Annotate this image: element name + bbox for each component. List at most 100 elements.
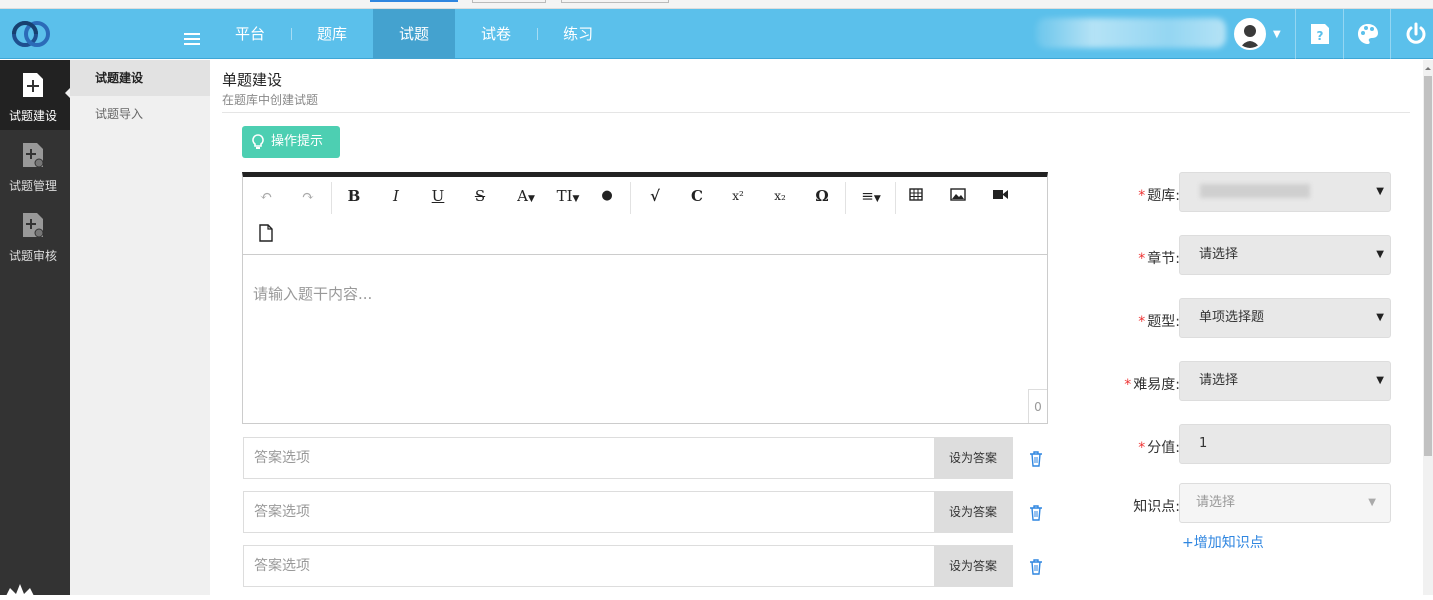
- scroll-up-icon[interactable]: [1425, 64, 1431, 70]
- char-count: 0: [1028, 389, 1047, 423]
- sidebar-item-build[interactable]: 试题建设: [0, 60, 70, 130]
- field-label-bank: * 题库:: [1070, 185, 1180, 205]
- subnav-item-build[interactable]: 试题建设: [70, 60, 210, 96]
- tips-button[interactable]: 操作提示: [242, 126, 340, 158]
- nav-item-question-bank[interactable]: 题库: [291, 9, 373, 59]
- main-nav: 平台 题库 试题 试卷 练习: [209, 9, 619, 59]
- font-size-label: TI: [556, 187, 573, 205]
- set-answer-button[interactable]: 设为答案: [934, 492, 1012, 532]
- editor-toolbar: ↶ ↷ B I U S A▼ TI▼ ● √ C x² x₂ Ω ≡▼: [243, 177, 1047, 255]
- font-size-button[interactable]: TI▼: [551, 181, 585, 211]
- trash-icon[interactable]: [1028, 504, 1044, 522]
- color-icon[interactable]: ●: [592, 181, 622, 211]
- browser-tab-strip: [0, 0, 1433, 9]
- chevron-down-icon: ▼: [1376, 312, 1384, 323]
- scroll-thumb[interactable]: [1424, 76, 1432, 456]
- avatar[interactable]: [1234, 18, 1266, 50]
- italic-button[interactable]: I: [381, 181, 411, 211]
- chemistry-button[interactable]: C: [682, 181, 712, 211]
- trash-icon[interactable]: [1028, 558, 1044, 576]
- superscript-button[interactable]: x²: [723, 181, 753, 211]
- font-color-button[interactable]: A▼: [509, 181, 543, 211]
- sidebar-item-review[interactable]: 试题审核: [0, 200, 70, 270]
- nav-item-questions[interactable]: 试题: [373, 9, 456, 59]
- chevron-down-icon: ▼: [1376, 186, 1384, 197]
- file-icon[interactable]: [251, 223, 281, 243]
- field-label-text: 题库:: [1147, 188, 1180, 204]
- divider: [222, 112, 1410, 113]
- answer-option-input[interactable]: [244, 438, 935, 478]
- formula-sqrt-button[interactable]: √: [640, 181, 670, 211]
- trash-icon[interactable]: [1028, 450, 1044, 468]
- menu-toggle-icon[interactable]: [184, 33, 200, 45]
- chevron-down-icon: ▼: [527, 194, 535, 204]
- palette-icon[interactable]: [1355, 21, 1381, 47]
- set-answer-button[interactable]: 设为答案: [934, 546, 1012, 586]
- tips-button-label: 操作提示: [271, 134, 324, 149]
- redo-icon[interactable]: ↷: [293, 181, 323, 211]
- sidebar-item-manage[interactable]: 试题管理: [0, 130, 70, 200]
- chevron-down-icon[interactable]: ▼: [1273, 29, 1281, 40]
- difficulty-select[interactable]: 请选择 ▼: [1179, 361, 1391, 401]
- strikethrough-button[interactable]: S: [465, 181, 495, 211]
- subnav-item-import[interactable]: 试题导入: [70, 96, 210, 132]
- sub-nav: 试题建设 试题导入: [70, 60, 210, 595]
- chevron-down-icon: ▼: [1368, 497, 1376, 508]
- field-label-difficulty: * 难易度:: [1070, 374, 1180, 394]
- bank-value-blurred: [1200, 184, 1310, 198]
- page-title: 单题建设: [222, 71, 283, 89]
- power-icon[interactable]: [1403, 21, 1429, 47]
- add-document-icon: [23, 73, 43, 97]
- field-label-chapter: * 章节:: [1070, 248, 1180, 268]
- nav-item-practice[interactable]: 练习: [537, 9, 619, 59]
- help-icon[interactable]: ?: [1307, 21, 1333, 47]
- lightbulb-icon: [252, 134, 264, 149]
- knowledge-point-select[interactable]: 请选择 ▼: [1179, 483, 1391, 523]
- underline-button[interactable]: U: [423, 181, 453, 211]
- align-icon[interactable]: ≡▼: [853, 181, 889, 211]
- divider: [331, 182, 332, 214]
- svg-text:?: ?: [1317, 29, 1324, 43]
- special-char-button[interactable]: Ω: [807, 181, 837, 211]
- answer-option-row: 设为答案: [243, 545, 1013, 587]
- score-input[interactable]: 1: [1179, 424, 1391, 464]
- field-label-text: 题型:: [1147, 314, 1180, 330]
- bold-button[interactable]: B: [339, 181, 369, 211]
- sidebar-item-label: 试题审核: [8, 249, 57, 263]
- add-knowledge-point-link[interactable]: +增加知识点: [1182, 532, 1264, 552]
- required-marker: *: [1138, 440, 1146, 456]
- chevron-down-icon: ▼: [1376, 375, 1384, 386]
- question-type-value: 单项选择题: [1199, 310, 1265, 325]
- nav-item-platform[interactable]: 平台: [209, 9, 291, 59]
- video-icon[interactable]: [985, 187, 1015, 203]
- divider: [1390, 9, 1391, 59]
- chapter-select-value: 请选择: [1199, 247, 1239, 262]
- browser-tab[interactable]: [472, 0, 546, 3]
- field-label-knowledge: 知识点:: [1070, 496, 1180, 516]
- nav-item-papers[interactable]: 试卷: [455, 9, 537, 59]
- chapter-select[interactable]: 请选择 ▼: [1179, 235, 1391, 275]
- main-content: 单题建设 在题库中创建试题 操作提示 ↶ ↷ B I U S A▼ TI▼ ● …: [210, 60, 1423, 595]
- logo-icon[interactable]: [8, 15, 54, 53]
- editor-placeholder: 请输入题干内容...: [253, 285, 373, 303]
- left-sidebar: 试题建设 试题管理 试题审核: [0, 60, 70, 600]
- table-icon[interactable]: [901, 187, 931, 203]
- review-document-icon: [23, 213, 44, 238]
- answer-option-row: 设为答案: [243, 437, 1013, 479]
- required-marker: *: [1138, 314, 1146, 330]
- undo-icon[interactable]: ↶: [251, 181, 281, 211]
- sidebar-item-label: 试题建设: [8, 109, 57, 123]
- font-color-label: A: [517, 187, 528, 205]
- bank-select[interactable]: ▼: [1179, 172, 1391, 212]
- set-answer-button[interactable]: 设为答案: [934, 438, 1012, 478]
- difficulty-value: 请选择: [1199, 373, 1239, 388]
- question-type-select[interactable]: 单项选择题 ▼: [1179, 298, 1391, 338]
- scrollbar[interactable]: [1423, 60, 1433, 595]
- subscript-button[interactable]: x₂: [765, 181, 795, 211]
- image-icon[interactable]: [943, 187, 973, 203]
- chevron-down-icon: ▼: [572, 194, 580, 204]
- answer-option-input[interactable]: [244, 546, 935, 586]
- browser-tab[interactable]: [561, 0, 669, 3]
- answer-option-input[interactable]: [244, 492, 935, 532]
- question-stem-editor[interactable]: ↶ ↷ B I U S A▼ TI▼ ● √ C x² x₂ Ω ≡▼ 请输入题…: [242, 172, 1048, 424]
